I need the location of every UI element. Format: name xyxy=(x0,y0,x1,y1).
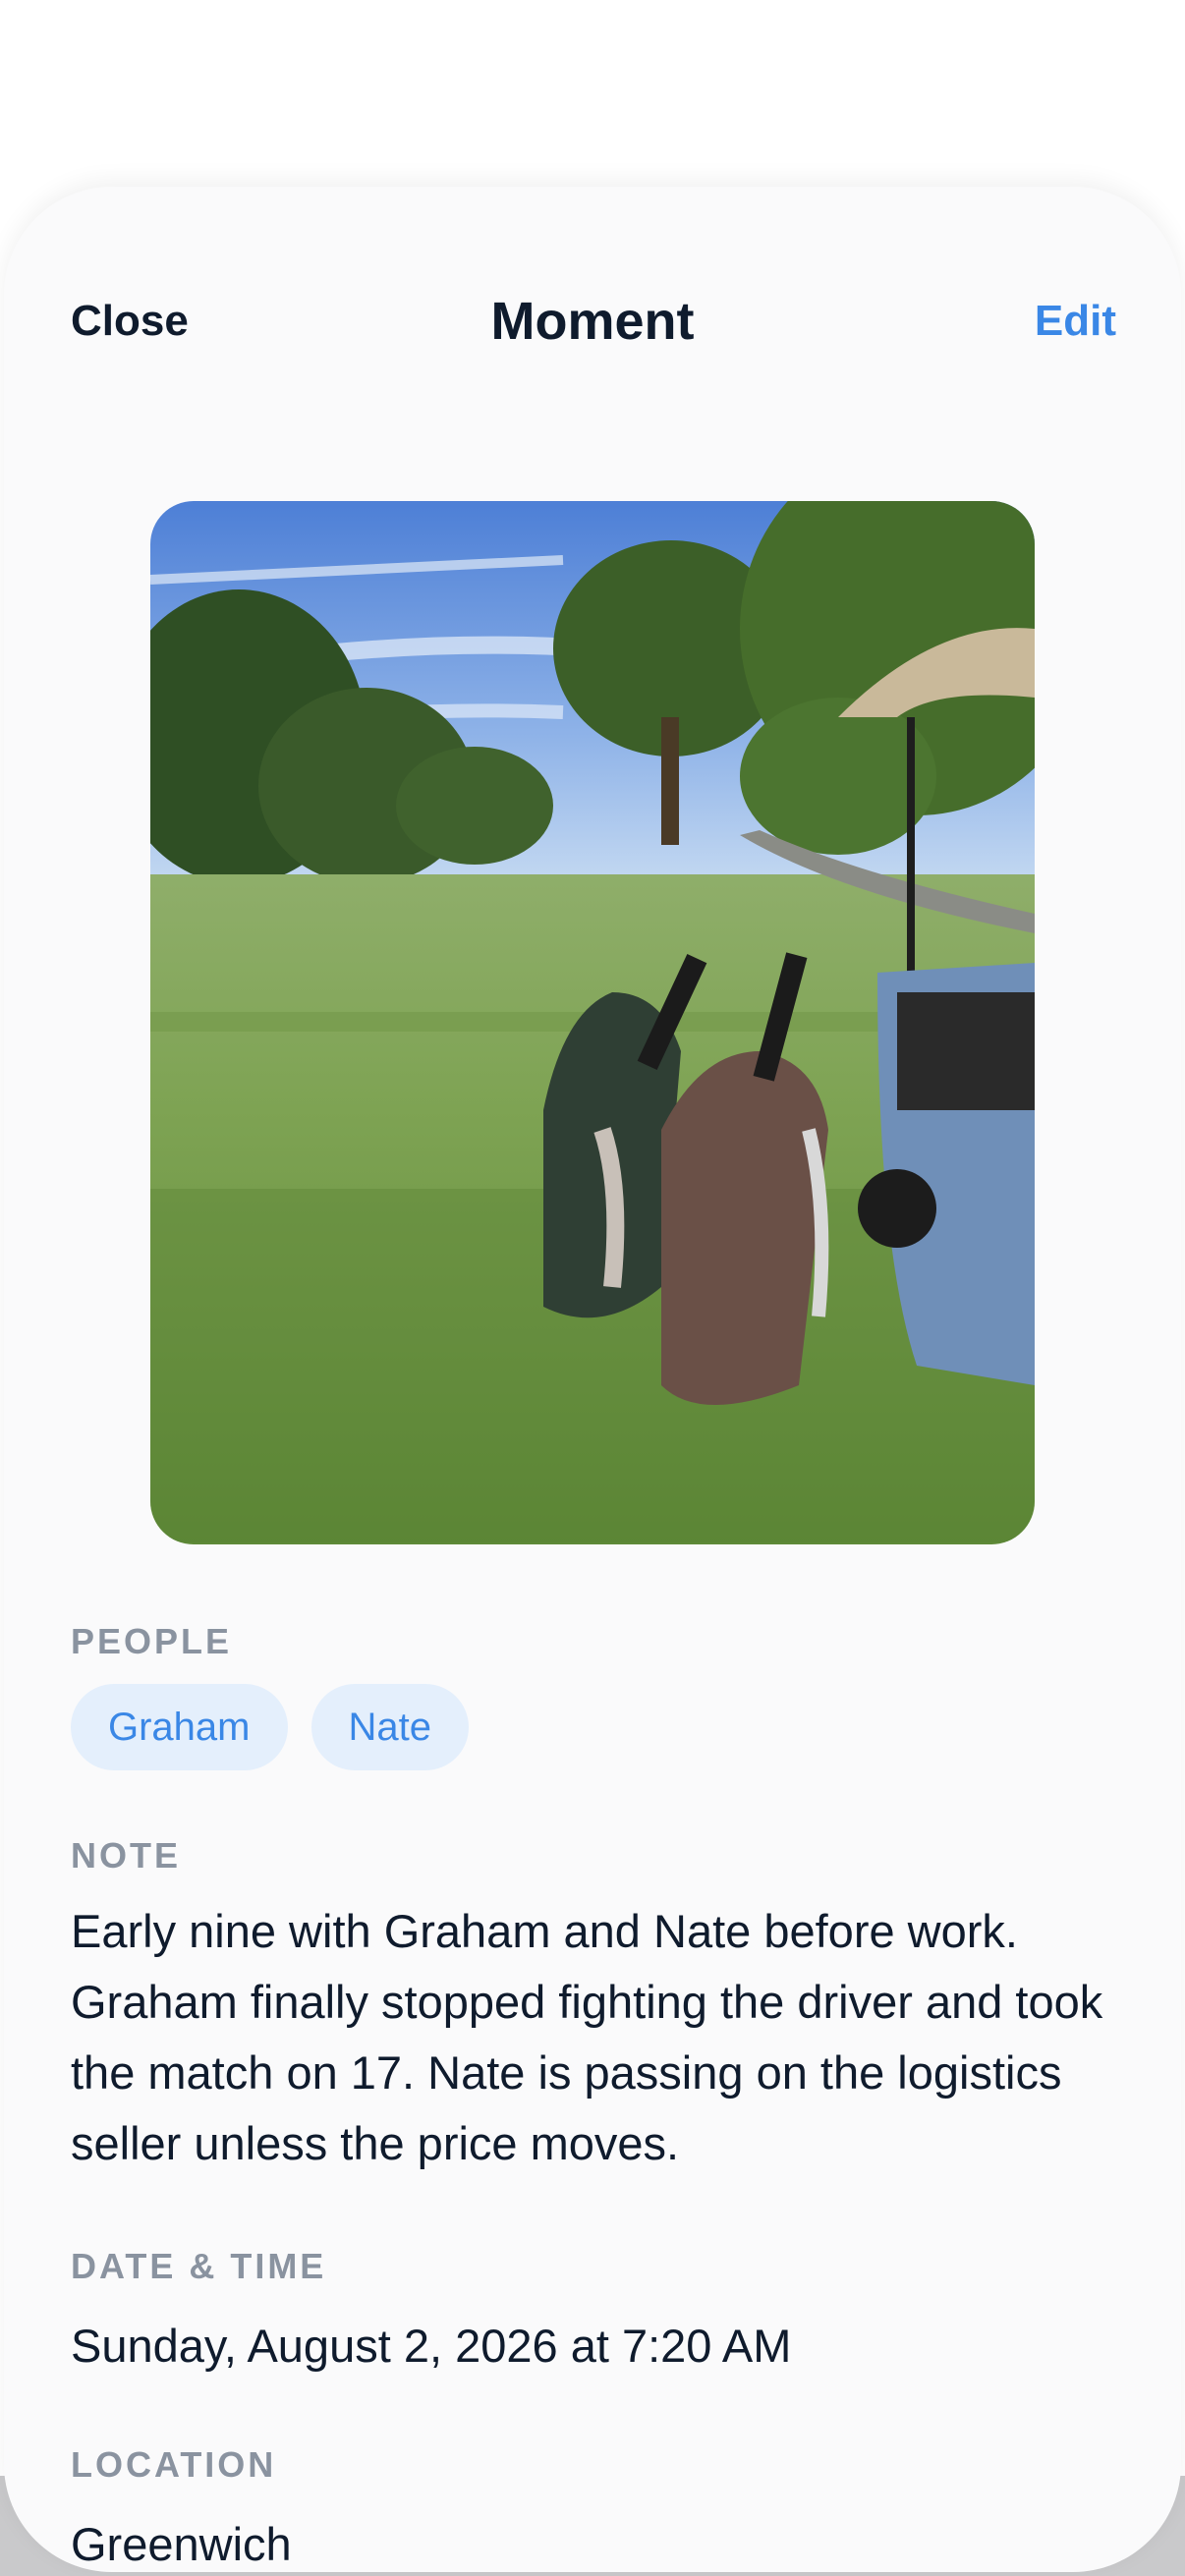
edit-button[interactable]: Edit xyxy=(1035,297,1116,346)
people-chips: Graham Nate xyxy=(71,1684,469,1770)
person-chip-nate[interactable]: Nate xyxy=(310,1684,469,1770)
golf-photo-image xyxy=(150,501,1035,1544)
moment-photo[interactable] xyxy=(150,501,1035,1544)
people-section-label: PEOPLE xyxy=(71,1621,233,1661)
page-title: Moment xyxy=(490,292,695,351)
nav-bar: Close Moment Edit xyxy=(4,187,1181,462)
moment-sheet: Close Moment Edit PEOPLE Graham Nate NOT… xyxy=(4,187,1181,2572)
person-chip-graham[interactable]: Graham xyxy=(71,1684,288,1770)
datetime-section-label: DATE & TIME xyxy=(71,2246,327,2286)
location-section-label: LOCATION xyxy=(71,2444,277,2485)
note-text: Early nine with Graham and Nate before w… xyxy=(71,1905,1103,2169)
datetime-value: Sunday, August 2, 2026 at 7:20 AM xyxy=(71,2320,792,2372)
note-section-label: NOTE xyxy=(71,1835,182,1876)
location-value: Greenwich xyxy=(71,2518,292,2570)
